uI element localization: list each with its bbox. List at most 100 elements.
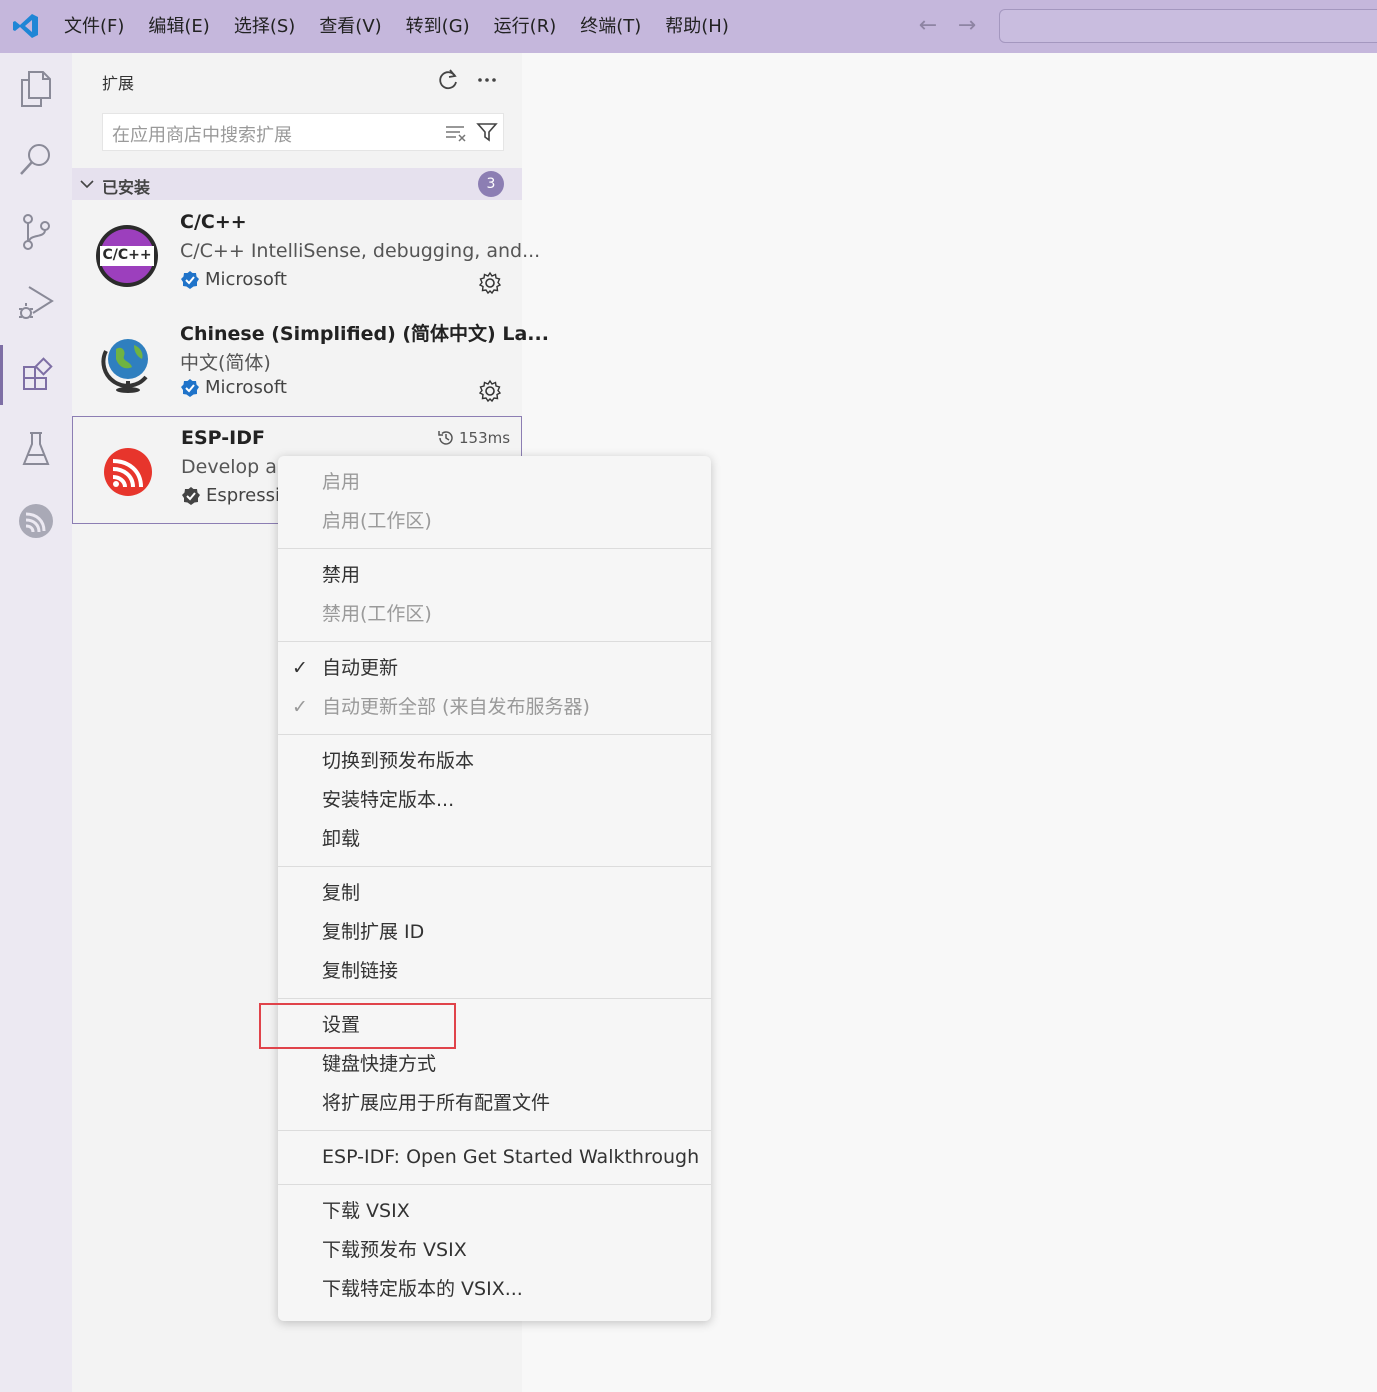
menu-terminal[interactable]: 终端(T) (568, 0, 653, 53)
menu-item-apply-to-all-profiles[interactable]: 将扩展应用于所有配置文件 (278, 1084, 711, 1123)
menu-separator (278, 866, 711, 867)
verified-publisher-icon (182, 486, 200, 505)
menu-item-label: 禁用 (322, 564, 361, 586)
installed-count-badge: 3 (478, 171, 504, 197)
search-placeholder: 在应用商店中搜索扩展 (112, 125, 292, 146)
publisher-name: Microsoft (205, 377, 287, 398)
menu-view[interactable]: 查看(V) (307, 0, 393, 53)
activation-time: 153ms (437, 429, 510, 447)
sidebar-title: 扩展 (102, 74, 135, 93)
extensions-icon[interactable] (0, 345, 72, 405)
filter-icon[interactable] (476, 121, 498, 143)
activity-bar (0, 53, 72, 1392)
menu-go[interactable]: 转到(G) (394, 0, 482, 53)
extension-search-input[interactable]: 在应用商店中搜索扩展 (102, 113, 504, 151)
espressif-logo-icon (104, 448, 152, 496)
installed-section-label: 已安装 (102, 178, 151, 197)
menu-item-label: 启用(工作区) (322, 510, 432, 532)
menu-item-label: 复制链接 (322, 960, 399, 982)
menu-item-copy[interactable]: 复制 (278, 874, 711, 913)
espressif-icon[interactable] (0, 491, 72, 551)
menu-item-enable-workspace[interactable]: 启用(工作区) (278, 502, 711, 541)
gear-icon[interactable] (478, 379, 502, 403)
cpp-logo-icon: C/C++ (94, 223, 160, 289)
menu-item-label: 禁用(工作区) (322, 603, 432, 625)
menu-selection[interactable]: 选择(S) (222, 0, 307, 53)
menu-item-download-vsix[interactable]: 下载 VSIX (278, 1192, 711, 1231)
arrow-left-icon[interactable]: ← (915, 13, 941, 39)
extension-name: Chinese (Simplified) (简体中文) La... (180, 323, 549, 345)
extension-publisher: Espressif (181, 485, 286, 506)
menu-item-disable-workspace[interactable]: 禁用(工作区) (278, 595, 711, 634)
chevron-down-icon (80, 180, 94, 189)
run-debug-icon[interactable] (0, 273, 72, 333)
publisher-name: Espressif (206, 485, 287, 506)
refresh-icon[interactable] (435, 67, 461, 93)
check-icon: ✓ (292, 657, 308, 679)
extension-description: C/C++ IntelliSense, debugging, and... (180, 240, 541, 262)
menu-item-label: 卸载 (322, 828, 361, 850)
menu-item-copy-link[interactable]: 复制链接 (278, 952, 711, 991)
cpp-logo-text: C/C++ (102, 247, 152, 263)
extension-item-cpp[interactable]: C/C++ C/C++ C/C++ IntelliSense, debuggin… (72, 201, 540, 309)
verified-publisher-icon (181, 378, 199, 397)
menu-separator (278, 1184, 711, 1185)
menu-item-label: 自动更新全部 (来自发布服务器) (322, 696, 590, 718)
vscode-logo-icon (13, 14, 38, 38)
menu-item-download-specific-vsix[interactable]: 下载特定版本的 VSIX... (278, 1270, 711, 1309)
menu-item-switch-prerelease[interactable]: 切换到预发布版本 (278, 742, 711, 781)
menu-item-uninstall[interactable]: 卸载 (278, 820, 711, 859)
menu-item-auto-update-all[interactable]: ✓ 自动更新全部 (来自发布服务器) (278, 688, 711, 727)
menu-separator (278, 734, 711, 735)
settings-highlight-box (259, 1003, 456, 1049)
menu-item-copy-extension-id[interactable]: 复制扩展 ID (278, 913, 711, 952)
menu-item-keyboard-shortcuts[interactable]: 键盘快捷方式 (278, 1045, 711, 1084)
activation-time-value: 153ms (459, 429, 511, 447)
clear-filter-icon[interactable] (444, 123, 468, 143)
extension-description: Develop an (181, 456, 289, 478)
extension-context-menu: 启用 启用(工作区) 禁用 禁用(工作区) ✓ 自动更新 ✓ 自动更新全部 (来自发… (278, 456, 711, 1321)
extension-item-chinese-language-pack[interactable]: Chinese (Simplified) (简体中文) La... 中文(简体)… (72, 309, 549, 417)
globe-icon (101, 339, 148, 393)
menu-bar: 文件(F) 编辑(E) 选择(S) 查看(V) 转到(G) 运行(R) 终端(T… (52, 0, 741, 53)
menu-item-label: ESP-IDF: Open Get Started Walkthrough (322, 1146, 700, 1168)
menu-item-install-specific-version[interactable]: 安装特定版本... (278, 781, 711, 820)
menu-item-label: 复制扩展 ID (322, 921, 425, 943)
menu-item-label: 下载预发布 VSIX (322, 1239, 467, 1261)
menu-item-label: 下载 VSIX (322, 1200, 410, 1222)
menu-separator (278, 998, 711, 999)
source-control-icon[interactable] (0, 202, 72, 262)
menu-separator (278, 548, 711, 549)
installed-section-header[interactable]: 已安装 3 (72, 168, 522, 200)
menu-item-label: 自动更新 (322, 657, 399, 679)
menu-item-download-prerelease-vsix[interactable]: 下载预发布 VSIX (278, 1231, 711, 1270)
menu-item-label: 安装特定版本... (322, 789, 455, 811)
menu-item-disable[interactable]: 禁用 (278, 556, 711, 595)
menu-item-label: 键盘快捷方式 (322, 1053, 437, 1075)
menu-file[interactable]: 文件(F) (52, 0, 136, 53)
extension-description: 中文(简体) (180, 352, 271, 374)
menu-item-enable[interactable]: 启用 (278, 463, 711, 502)
menu-item-label: 复制 (322, 882, 361, 904)
extension-publisher: Microsoft (180, 377, 287, 398)
menu-item-auto-update[interactable]: ✓ 自动更新 (278, 649, 711, 688)
history-icon (438, 431, 453, 445)
menu-item-esp-idf-walkthrough[interactable]: ESP-IDF: Open Get Started Walkthrough (278, 1138, 711, 1177)
menu-item-label: 启用 (322, 471, 361, 493)
testing-icon[interactable] (0, 419, 72, 479)
more-actions-icon[interactable] (474, 67, 500, 93)
command-center[interactable] (999, 9, 1377, 43)
title-bar: 文件(F) 编辑(E) 选择(S) 查看(V) 转到(G) 运行(R) 终端(T… (0, 0, 1377, 53)
verified-publisher-icon (181, 270, 199, 289)
menu-run[interactable]: 运行(R) (482, 0, 569, 53)
search-icon[interactable] (0, 129, 72, 189)
arrow-right-icon[interactable]: → (954, 13, 980, 39)
check-icon: ✓ (292, 696, 308, 718)
menu-edit[interactable]: 编辑(E) (136, 0, 221, 53)
menu-separator (278, 641, 711, 642)
menu-separator (278, 1130, 711, 1131)
extension-publisher: Microsoft (180, 269, 287, 290)
menu-help[interactable]: 帮助(H) (653, 0, 741, 53)
gear-icon[interactable] (478, 271, 502, 295)
explorer-icon[interactable] (0, 59, 72, 119)
